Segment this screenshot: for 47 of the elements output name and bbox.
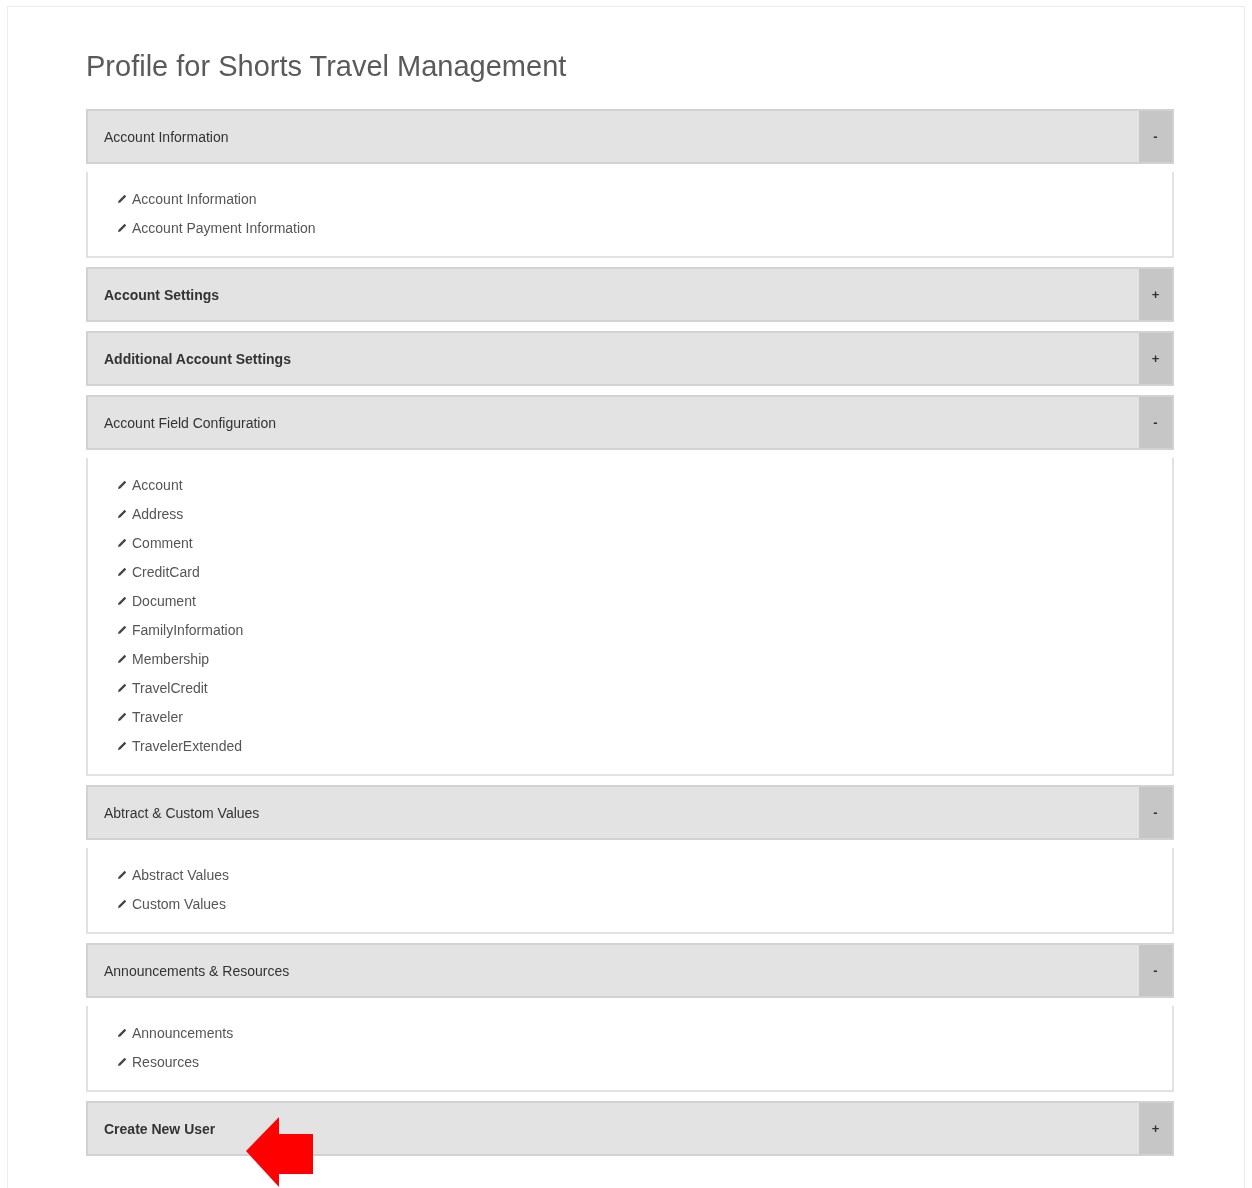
section-title: Additional Account Settings: [103, 350, 292, 367]
toggle-button[interactable]: -: [1139, 111, 1172, 162]
section-title: Announcements & Resources: [103, 962, 291, 979]
pencil-icon: [117, 711, 127, 722]
edit-link[interactable]: FamilyInformation: [117, 615, 244, 644]
edit-link[interactable]: Address: [117, 499, 184, 528]
section-title: Account Information: [103, 128, 230, 145]
edit-link[interactable]: Announcements: [117, 1018, 234, 1047]
edit-link[interactable]: CreditCard: [117, 557, 200, 586]
section-title: Abtract & Custom Values: [103, 804, 261, 821]
edit-link[interactable]: TravelCredit: [117, 673, 208, 702]
pencil-icon: [117, 222, 127, 233]
toggle-button[interactable]: +: [1139, 333, 1172, 384]
toggle-button[interactable]: +: [1139, 269, 1172, 320]
pencil-icon: [117, 624, 127, 635]
pencil-icon: [117, 537, 127, 548]
edit-link[interactable]: Abstract Values: [117, 860, 229, 889]
pencil-icon: [117, 1056, 127, 1067]
edit-link[interactable]: Custom Values: [117, 889, 226, 918]
pencil-icon: [117, 898, 127, 909]
edit-link[interactable]: Traveler: [117, 702, 183, 731]
edit-link[interactable]: Account Payment Information: [117, 213, 316, 242]
pencil-icon: [117, 1027, 127, 1038]
pencil-icon: [117, 653, 127, 664]
toggle-button[interactable]: -: [1139, 945, 1172, 996]
pencil-icon: [117, 740, 127, 751]
toggle-button[interactable]: +: [1139, 1103, 1172, 1154]
pencil-icon: [117, 508, 127, 519]
pencil-icon: [117, 682, 127, 693]
edit-link[interactable]: Account: [117, 470, 183, 499]
pencil-icon: [117, 193, 127, 204]
page-title: Profile for Shorts Travel Management: [86, 49, 568, 84]
edit-link[interactable]: Membership: [117, 644, 210, 673]
pencil-icon: [117, 566, 127, 577]
toggle-button[interactable]: -: [1139, 397, 1172, 448]
edit-link[interactable]: Account Information: [117, 184, 257, 213]
edit-link[interactable]: Resources: [117, 1047, 199, 1076]
section-title: Account Settings: [103, 286, 221, 303]
toggle-button[interactable]: -: [1139, 787, 1172, 838]
pencil-icon: [117, 595, 127, 606]
edit-link[interactable]: TravelerExtended: [117, 731, 242, 760]
section-title: Account Field Configuration: [103, 414, 277, 431]
pencil-icon: [117, 479, 127, 490]
section-title: Create New User: [103, 1120, 217, 1137]
edit-link[interactable]: Document: [117, 586, 196, 615]
edit-link[interactable]: Comment: [117, 528, 193, 557]
pencil-icon: [117, 869, 127, 880]
